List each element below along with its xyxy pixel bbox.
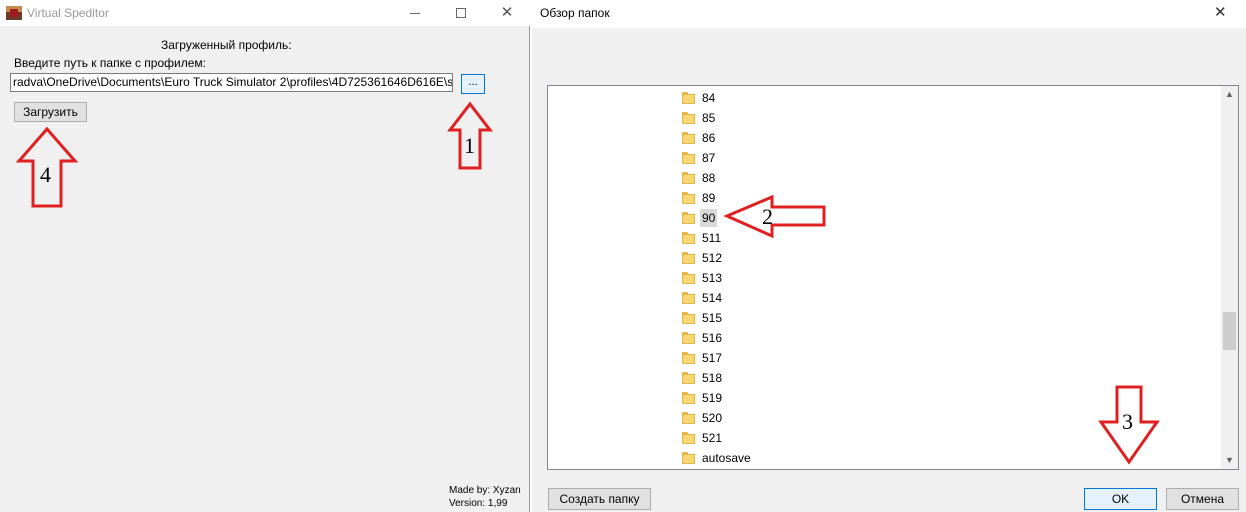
browse-button[interactable]: ... [461,74,485,94]
profile-path-input[interactable]: radva\OneDrive\Documents\Euro Truck Simu… [10,73,453,92]
folder-name: 513 [702,271,723,285]
version-label: Version: 1,99 [449,498,508,509]
minimize-button[interactable] [392,0,438,26]
folder-icon [682,412,695,424]
folder-icon [682,312,695,324]
dialog-close-icon[interactable]: ✕ [1214,3,1227,21]
truck-app-icon [6,6,22,20]
folder-name: 520 [702,411,723,425]
folder-icon [682,152,695,164]
folder-name: 89 [702,191,716,205]
folder-icon [682,172,695,184]
minimize-icon [410,13,420,14]
title-bar[interactable]: Virtual Speditor ✕ [0,0,530,26]
folder-icon [682,272,695,284]
folder-icon [682,332,695,344]
virtual-speditor-window: Virtual Speditor ✕ Загруженный профиль: … [0,0,530,512]
folder-icon [682,212,695,224]
scroll-down-arrow-icon[interactable]: ▼ [1221,452,1238,469]
folder-name: 517 [702,351,723,365]
step-3-down-arrow-icon: 3 [1098,385,1160,465]
folder-icon [682,252,695,264]
folder-name: 512 [702,251,723,265]
folder-icon [682,352,695,364]
close-button[interactable]: ✕ [484,0,530,26]
step-1-label: 1 [464,133,475,158]
step-1-up-arrow-icon: 1 [446,101,494,170]
step-4-up-arrow-icon: 4 [15,126,79,208]
maximize-button[interactable] [438,0,484,26]
folder-name: 511 [702,231,722,245]
folder-name: 515 [702,311,723,325]
step-3-label: 3 [1122,409,1133,434]
scroll-up-arrow-icon[interactable]: ▲ [1221,86,1238,103]
new-folder-button[interactable]: Создать папку [548,488,651,510]
folder-name: 519 [702,391,723,405]
folder-icon [682,192,695,204]
dialog-title: Обзор папок [540,6,610,20]
folder-name: 518 [702,371,723,385]
folder-icon [682,392,695,404]
loaded-profile-label: Загруженный профиль: [161,38,292,52]
ok-button[interactable]: OK [1084,488,1157,510]
folder-name: 87 [702,151,716,165]
folder-icon [682,112,695,124]
folder-icon [682,452,695,464]
enter-path-label: Введите путь к папке с профилем: [14,56,206,70]
close-icon: ✕ [500,4,514,21]
folder-name: 516 [702,331,723,345]
folder-icon [682,232,695,244]
maximize-icon [456,8,466,18]
folder-icon [682,132,695,144]
folder-name: autosave [702,451,751,465]
cancel-button[interactable]: Отмена [1166,488,1239,510]
folder-name: 88 [702,171,716,185]
folder-name: 85 [702,111,716,125]
folder-icon [682,292,695,304]
scroll-thumb[interactable] [1223,312,1236,350]
folder-name: 90 [700,209,718,227]
step-2-left-arrow-icon: 2 [723,194,826,239]
step-2-label: 2 [762,204,773,229]
window-title: Virtual Speditor [27,6,109,20]
load-button[interactable]: Загрузить [14,102,87,122]
dialog-title-bar[interactable]: Обзор папок ✕ [532,0,1246,28]
folder-name: 86 [702,131,716,145]
folder-name: 514 [702,291,723,305]
folder-icon [682,92,695,104]
folder-name: 84 [702,91,716,105]
step-4-label: 4 [40,162,51,187]
folder-name: 521 [702,431,723,445]
vertical-scrollbar[interactable]: ▲ ▼ [1221,86,1238,469]
made-by-label: Made by: Xyzan [449,485,521,496]
folder-icon [682,372,695,384]
folder-icon [682,432,695,444]
